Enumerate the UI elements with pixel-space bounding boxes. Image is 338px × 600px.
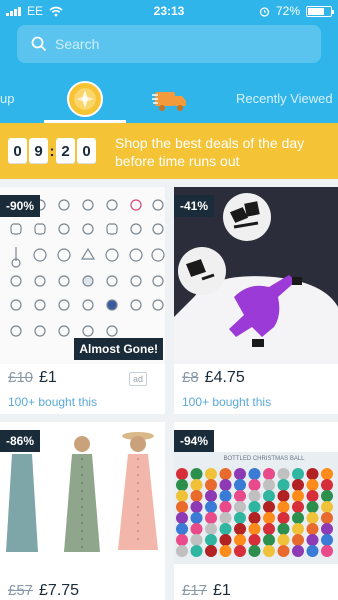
timer-digit: 2 [56,138,75,164]
product-image: -94% BOTTLED CHRISTMAS BALL [174,422,338,582]
product-grid: -90% Almost Gone! £10 £1 ad 100+ bought … [0,179,338,600]
price-row: £17 £1 [182,582,231,600]
original-price: £8 [182,369,199,386]
product-card[interactable]: -90% Almost Gone! £10 £1 ad 100+ bought … [0,187,165,414]
product-card[interactable]: -94% BOTTLED CHRISTMAS BALL £17 £1 [174,422,338,600]
sale-price: £7.75 [39,582,80,599]
image-caption: BOTTLED CHRISTMAS BALL [223,456,305,462]
battery-percent: 72% [275,4,300,18]
price-row: £57 £7.75 [8,582,79,600]
bought-count: 100+ bought this [182,395,272,409]
battery-icon [306,5,334,17]
ad-label: ad [129,372,147,386]
sale-price: £4.75 [204,369,245,386]
timer-digit: 0 [77,138,96,164]
discount-badge: -94% [174,430,215,452]
search-bar[interactable] [17,25,321,63]
timer-digit: 0 [8,138,27,164]
top-header: EE 23:13 72% up Recently Viewed [0,0,338,123]
tab-partial-left[interactable]: up [0,91,14,106]
product-image: -86% [0,422,165,582]
original-price: £57 [8,582,34,599]
timer-digit: 9 [29,138,48,164]
search-icon [31,36,47,52]
status-bar: EE 23:13 72% [0,0,338,22]
product-image: -41% [174,187,338,364]
daily-deals-banner[interactable]: 0 9 : 2 0 Shop the best deals of the day… [0,123,338,179]
sale-price: £1 [213,582,231,599]
product-card[interactable]: -41% £8 £4.75 100+ bought this [174,187,338,414]
tab-daily-deals-icon[interactable] [66,80,104,118]
tab-recently-viewed[interactable]: Recently Viewed [236,91,333,106]
banner-text: Shop the best deals of the day before ti… [115,135,305,169]
discount-badge: -90% [0,195,41,217]
almost-gone-badge: Almost Gone! [74,338,163,360]
price-row: £8 £4.75 [182,369,245,387]
product-card[interactable]: -86% £57 £7.75 [0,422,165,600]
sale-price: £1 [39,369,57,386]
original-price: £17 [182,582,208,599]
bought-count: 100+ bought this [8,395,98,409]
timer-colon: : [49,142,55,160]
price-row: £10 £1 [8,369,57,387]
alarm-icon [259,6,270,17]
discount-badge: -41% [174,195,215,217]
tab-fast-shipping-icon[interactable] [152,86,188,114]
discount-badge: -86% [0,430,41,452]
product-image: -90% Almost Gone! [0,187,165,364]
search-input[interactable] [55,36,295,52]
countdown-timer: 0 9 : 2 0 [8,138,96,164]
category-tabs: up Recently Viewed [0,76,338,123]
original-price: £10 [8,369,34,386]
